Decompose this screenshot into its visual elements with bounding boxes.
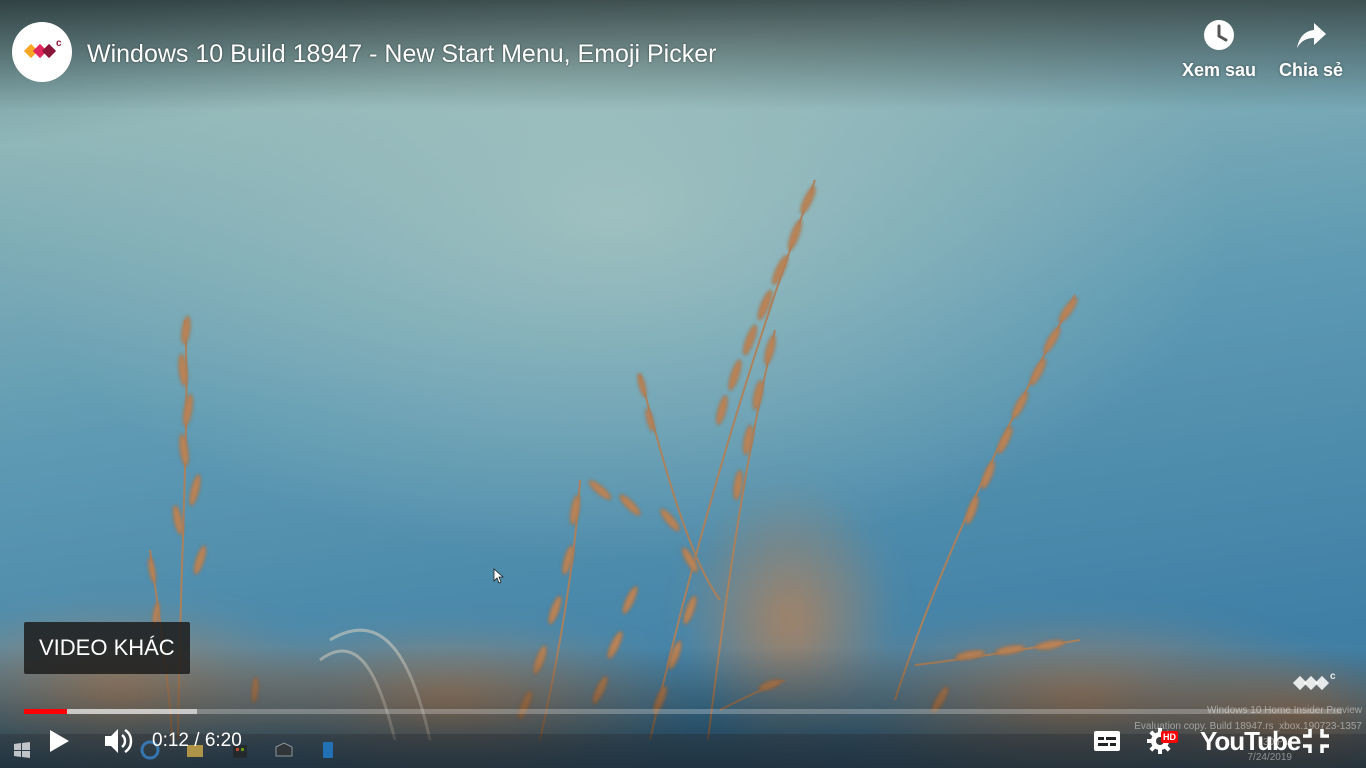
channel-logo-letter: c [56,38,62,49]
mail-icon [275,742,293,757]
play-icon [50,730,69,752]
progress-played [24,709,68,714]
play-button[interactable] [44,724,74,758]
watch-later-label: Xem sau [1181,60,1257,80]
hd-badge: HD [1161,731,1178,743]
progress-bar[interactable] [24,707,1342,715]
video-title[interactable]: Windows 10 Build 18947 - New Start Menu,… [87,38,716,70]
volume-icon [105,728,133,754]
time-separator: / [188,730,205,751]
share-arrow-icon [1297,23,1326,48]
subtitles-button[interactable] [1092,724,1122,758]
exit-fullscreen-button[interactable] [1300,724,1332,758]
progress-track [24,709,1342,714]
current-time: 0:12 [152,730,189,751]
clock-icon [1204,20,1234,50]
video-player[interactable]: Windows 10 Home Insider Preview Evaluati… [0,0,1366,768]
windows-start-icon [14,742,30,758]
youtube-logo[interactable]: YouTube [1200,724,1301,758]
watch-later-button[interactable]: Xem sau [1174,18,1264,81]
channel-watermark-icon[interactable]: c [1291,668,1341,698]
exit-fullscreen-icon [1303,729,1329,753]
duration: 6:20 [204,730,242,751]
channel-avatar[interactable]: c [12,22,72,82]
app-tile-icon [323,742,333,758]
subtitles-icon [1094,731,1120,751]
time-display: 0:12 / 6:20 [152,729,242,753]
more-videos-button[interactable]: VIDEO KHÁC [24,622,190,674]
share-label: Chia sẻ [1278,60,1344,80]
channel-logo-icon: c [23,38,62,59]
share-button[interactable]: Chia sẻ [1266,18,1356,81]
volume-button[interactable] [101,724,137,758]
channel-watermark-letter: c [1330,671,1336,682]
